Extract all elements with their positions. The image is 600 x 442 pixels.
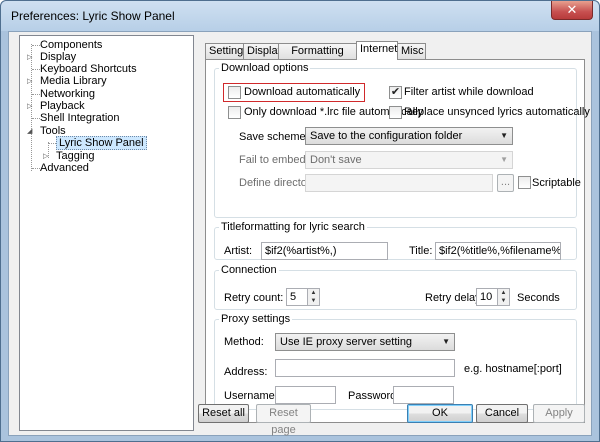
browse-button[interactable]: ... [497, 174, 514, 192]
dialog-client: Components ▷ Display Keyboard Shortcuts … [8, 31, 592, 436]
close-button[interactable]: ✕ [551, 1, 593, 20]
tree-connector [32, 168, 40, 169]
tab-formatting-string[interactable]: Formatting string [278, 43, 357, 71]
only-lrc-checkbox[interactable] [228, 106, 241, 119]
tree-item-label: Media Library [40, 75, 107, 87]
save-scheme-label: Save scheme: [239, 131, 309, 143]
retry-count-label: Retry count: [224, 292, 284, 304]
fail-embed-value: Don't save [310, 154, 362, 166]
tree-item-label: Playback [40, 100, 85, 112]
address-label: Address: [224, 366, 268, 378]
collapse-arrow-icon[interactable]: ◢ [27, 125, 32, 138]
group-title: Titleformatting for lyric search [221, 221, 365, 233]
reset-all-button[interactable]: Reset all [198, 404, 249, 423]
tab-misc[interactable]: Misc [397, 43, 426, 59]
dropdown-arrow-icon: ▼ [442, 337, 450, 346]
tab-display[interactable]: Display [243, 43, 283, 59]
save-scheme-dropdown[interactable]: Save to the configuration folder ▼ [305, 127, 513, 145]
tree-item-label: Tagging [56, 150, 95, 162]
tree-item-label: Lyric Show Panel [56, 136, 147, 150]
tree-connector [48, 143, 56, 144]
tab-internet[interactable]: Internet [356, 41, 398, 60]
tree-connector [32, 118, 40, 119]
download-automatically-checkbox[interactable] [228, 86, 241, 99]
group-title: Connection [221, 264, 277, 276]
group-title: Download options [221, 62, 309, 74]
tree-item-shell-integration[interactable]: Shell Integration [26, 112, 120, 125]
preferences-window: Preferences: Lyric Show Panel ✕ Componen… [0, 0, 600, 442]
expand-arrow-icon[interactable]: ▷ [27, 75, 32, 88]
tree-item-label: Components [40, 39, 103, 51]
scriptable-checkbox[interactable] [518, 176, 531, 189]
address-hint: e.g. hostname[:port] [464, 363, 562, 375]
tree-item-label: Advanced [40, 162, 89, 174]
fail-embed-dropdown[interactable]: Don't save ▼ [305, 151, 513, 169]
password-label: Password: [348, 390, 400, 402]
define-directory-input[interactable] [305, 174, 493, 192]
replace-unsynced-checkbox[interactable] [389, 106, 402, 119]
replace-unsynced-label: Replace unsynced lyrics automatically [404, 106, 590, 118]
retry-delay-spinner[interactable]: ▲ ▼ [497, 288, 510, 306]
tree-item-media-library[interactable]: ▷ Media Library [26, 75, 107, 88]
proxy-address-input[interactable] [275, 359, 455, 377]
filter-artist-label: Filter artist while download [404, 86, 534, 98]
tree-item-label: Display [40, 51, 77, 63]
seconds-label: Seconds [517, 292, 560, 304]
proxy-password-input[interactable] [393, 386, 454, 404]
retry-delay-label: Retry delay: [425, 292, 484, 304]
dropdown-arrow-icon: ▼ [500, 155, 508, 164]
apply-button[interactable]: Apply [533, 404, 585, 423]
retry-count-spinner[interactable]: ▲ ▼ [307, 288, 320, 306]
title-label: Title: [409, 245, 433, 257]
tree-connector [32, 69, 40, 70]
tab-setting[interactable]: Setting [205, 43, 244, 59]
dropdown-arrow-icon: ▼ [500, 131, 508, 140]
artist-label: Artist: [224, 245, 253, 257]
scriptable-label: Scriptable [532, 177, 581, 189]
ok-button[interactable]: OK [407, 404, 473, 423]
method-label: Method: [224, 336, 264, 348]
cancel-button[interactable]: Cancel [476, 404, 528, 423]
fail-embed-label: Fail to embed: [239, 154, 309, 166]
retry-count-input[interactable]: 5 [286, 288, 308, 306]
tree-item-label: Keyboard Shortcuts [40, 63, 137, 75]
tree-item-label: Networking [40, 88, 96, 100]
proxy-method-dropdown[interactable]: Use IE proxy server setting ▼ [275, 333, 455, 351]
title-bar[interactable]: Preferences: Lyric Show Panel ✕ [1, 1, 599, 31]
group-title: Proxy settings [221, 313, 291, 325]
download-automatically-label: Download automatically [244, 86, 361, 98]
tree-item-advanced[interactable]: Advanced [26, 162, 89, 175]
proxy-username-input[interactable] [275, 386, 336, 404]
tree-connector [32, 94, 40, 95]
reset-page-button[interactable]: Reset page [256, 404, 311, 436]
tree-connector [32, 45, 40, 46]
filter-artist-checkbox[interactable]: ✔ [389, 86, 402, 99]
title-format-input[interactable]: $if2(%title%,%filename%) [435, 242, 561, 260]
retry-delay-input[interactable]: 10 [476, 288, 498, 306]
tree-item-label: Shell Integration [40, 112, 120, 124]
artist-format-input[interactable]: $if2(%artist%,) [261, 242, 388, 260]
window-title: Preferences: Lyric Show Panel [11, 9, 175, 23]
username-label: Username: [224, 390, 278, 402]
preferences-tree: Components ▷ Display Keyboard Shortcuts … [19, 35, 194, 431]
internet-tab-panel: Download options Download automatically … [205, 59, 590, 423]
proxy-method-value: Use IE proxy server setting [280, 336, 413, 348]
save-scheme-value: Save to the configuration folder [310, 130, 463, 142]
tree-item-lyric-show-panel[interactable]: Lyric Show Panel [42, 136, 147, 150]
